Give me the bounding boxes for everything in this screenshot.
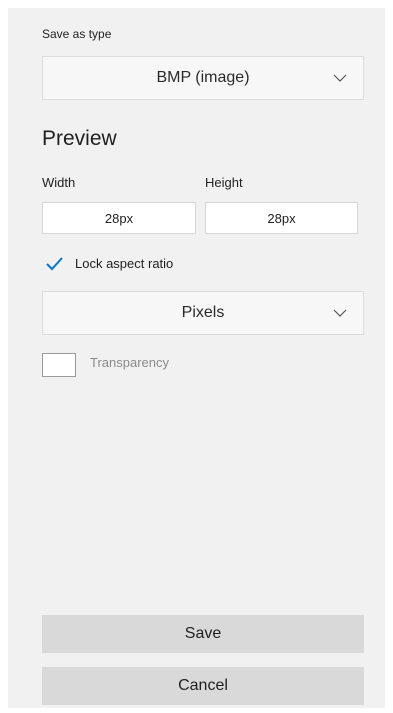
chevron-down-icon <box>333 309 347 317</box>
lock-aspect-ratio-checkbox[interactable] <box>44 253 64 273</box>
width-input[interactable]: 28px <box>42 202 196 234</box>
cancel-button[interactable]: Cancel <box>42 667 364 705</box>
save-as-type-label: Save as type <box>42 27 112 41</box>
width-label: Width <box>42 175 76 190</box>
height-label: Height <box>205 175 243 190</box>
cancel-button-label: Cancel <box>178 677 228 694</box>
height-value: 28px <box>267 210 296 226</box>
checkmark-icon <box>46 257 63 271</box>
save-as-type-value: BMP (image) <box>156 69 250 86</box>
width-value: 28px <box>104 210 134 226</box>
units-dropdown[interactable]: Pixels <box>42 291 364 335</box>
transparency-checkbox[interactable] <box>42 353 76 377</box>
transparency-label: Transparency <box>90 355 169 370</box>
save-options-panel: Save as type BMP (image) Preview Width H… <box>8 8 385 708</box>
chevron-down-icon <box>333 74 347 82</box>
save-as-type-dropdown[interactable]: BMP (image) <box>42 56 364 100</box>
height-input[interactable]: 28px <box>205 202 358 234</box>
preview-title: Preview <box>42 127 117 150</box>
units-value: Pixels <box>181 304 225 321</box>
save-button[interactable]: Save <box>42 615 364 653</box>
lock-aspect-ratio-label: Lock aspect ratio <box>75 256 174 271</box>
save-button-label: Save <box>184 625 222 642</box>
